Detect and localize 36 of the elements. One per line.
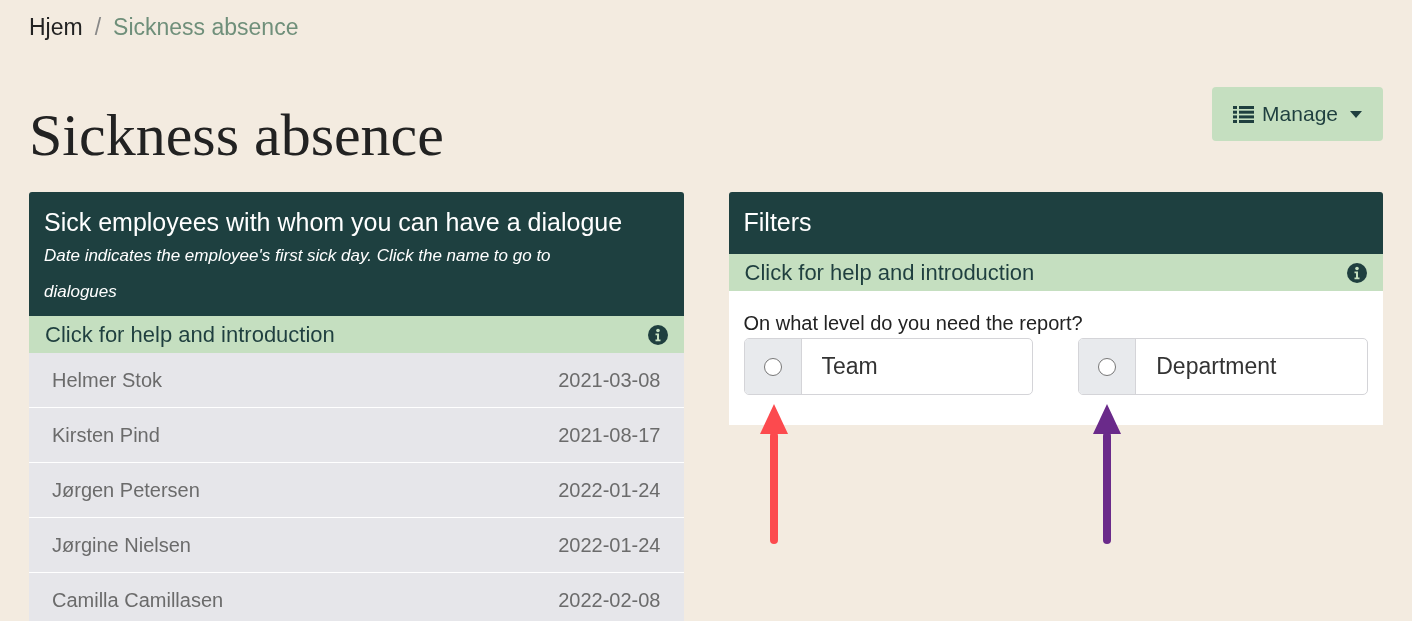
option-label: Team — [820, 352, 878, 382]
employee-name[interactable]: Jørgen Petersen — [52, 475, 200, 505]
current-page-label: Sickness absence — [113, 12, 299, 42]
page-title: Sickness absence — [29, 105, 444, 165]
employee-row[interactable]: Jørgen Petersen 2022-01-24 — [29, 463, 684, 518]
employee-name[interactable]: Jørgine Nielsen — [52, 530, 191, 560]
manage-button[interactable]: Manage — [1212, 87, 1383, 141]
panel-title: Sick employees with whom you can have a dialogue — [44, 207, 624, 238]
question-label: On what level do you need the report? — [743, 311, 1084, 336]
caret-icon — [1350, 110, 1362, 118]
radio-button[interactable] — [1098, 357, 1117, 376]
sick-date: 2021-03-08 — [558, 368, 661, 393]
info-icon — [647, 324, 668, 345]
list-icon — [1233, 105, 1255, 123]
sick-date: 2022-01-24 — [558, 478, 661, 503]
sick-date: 2022-01-24 — [558, 533, 661, 558]
radio-option[interactable]: Team — [743, 338, 1034, 395]
breadcrumb-link[interactable]: Hjem — [29, 9, 83, 45]
employee-row[interactable]: Helmer Stok 2021-03-08 — [29, 353, 684, 408]
radio-option[interactable]: Department — [1078, 338, 1368, 395]
panel-title: Filters — [743, 207, 812, 239]
sick-date: 2022-02-08 — [558, 588, 661, 613]
radio-button[interactable] — [763, 357, 782, 376]
employee-name[interactable]: Camilla Camillasen — [52, 585, 224, 615]
employee-row[interactable]: Camilla Camillasen 2022-02-08 — [29, 573, 684, 621]
help-bar[interactable]: Click for help and introduction — [728, 254, 1383, 291]
option-label: Department — [1155, 352, 1277, 382]
breadcrumb-separator: / — [94, 12, 102, 42]
info-icon — [1347, 262, 1367, 283]
help-bar[interactable]: Click for help and introduction — [29, 316, 684, 353]
employee-name[interactable]: Helmer Stok — [52, 365, 163, 395]
employee-row[interactable]: Jørgine Nielsen 2022-01-24 — [29, 518, 684, 573]
panel-subtitle: Date indicates the employee's first sick day. Click the name to go to dialogues — [44, 245, 552, 303]
sick-date: 2021-08-17 — [558, 423, 661, 448]
employee-name[interactable]: Kirsten Pind — [52, 420, 160, 450]
employee-row[interactable]: Kirsten Pind 2021-08-17 — [29, 408, 684, 463]
